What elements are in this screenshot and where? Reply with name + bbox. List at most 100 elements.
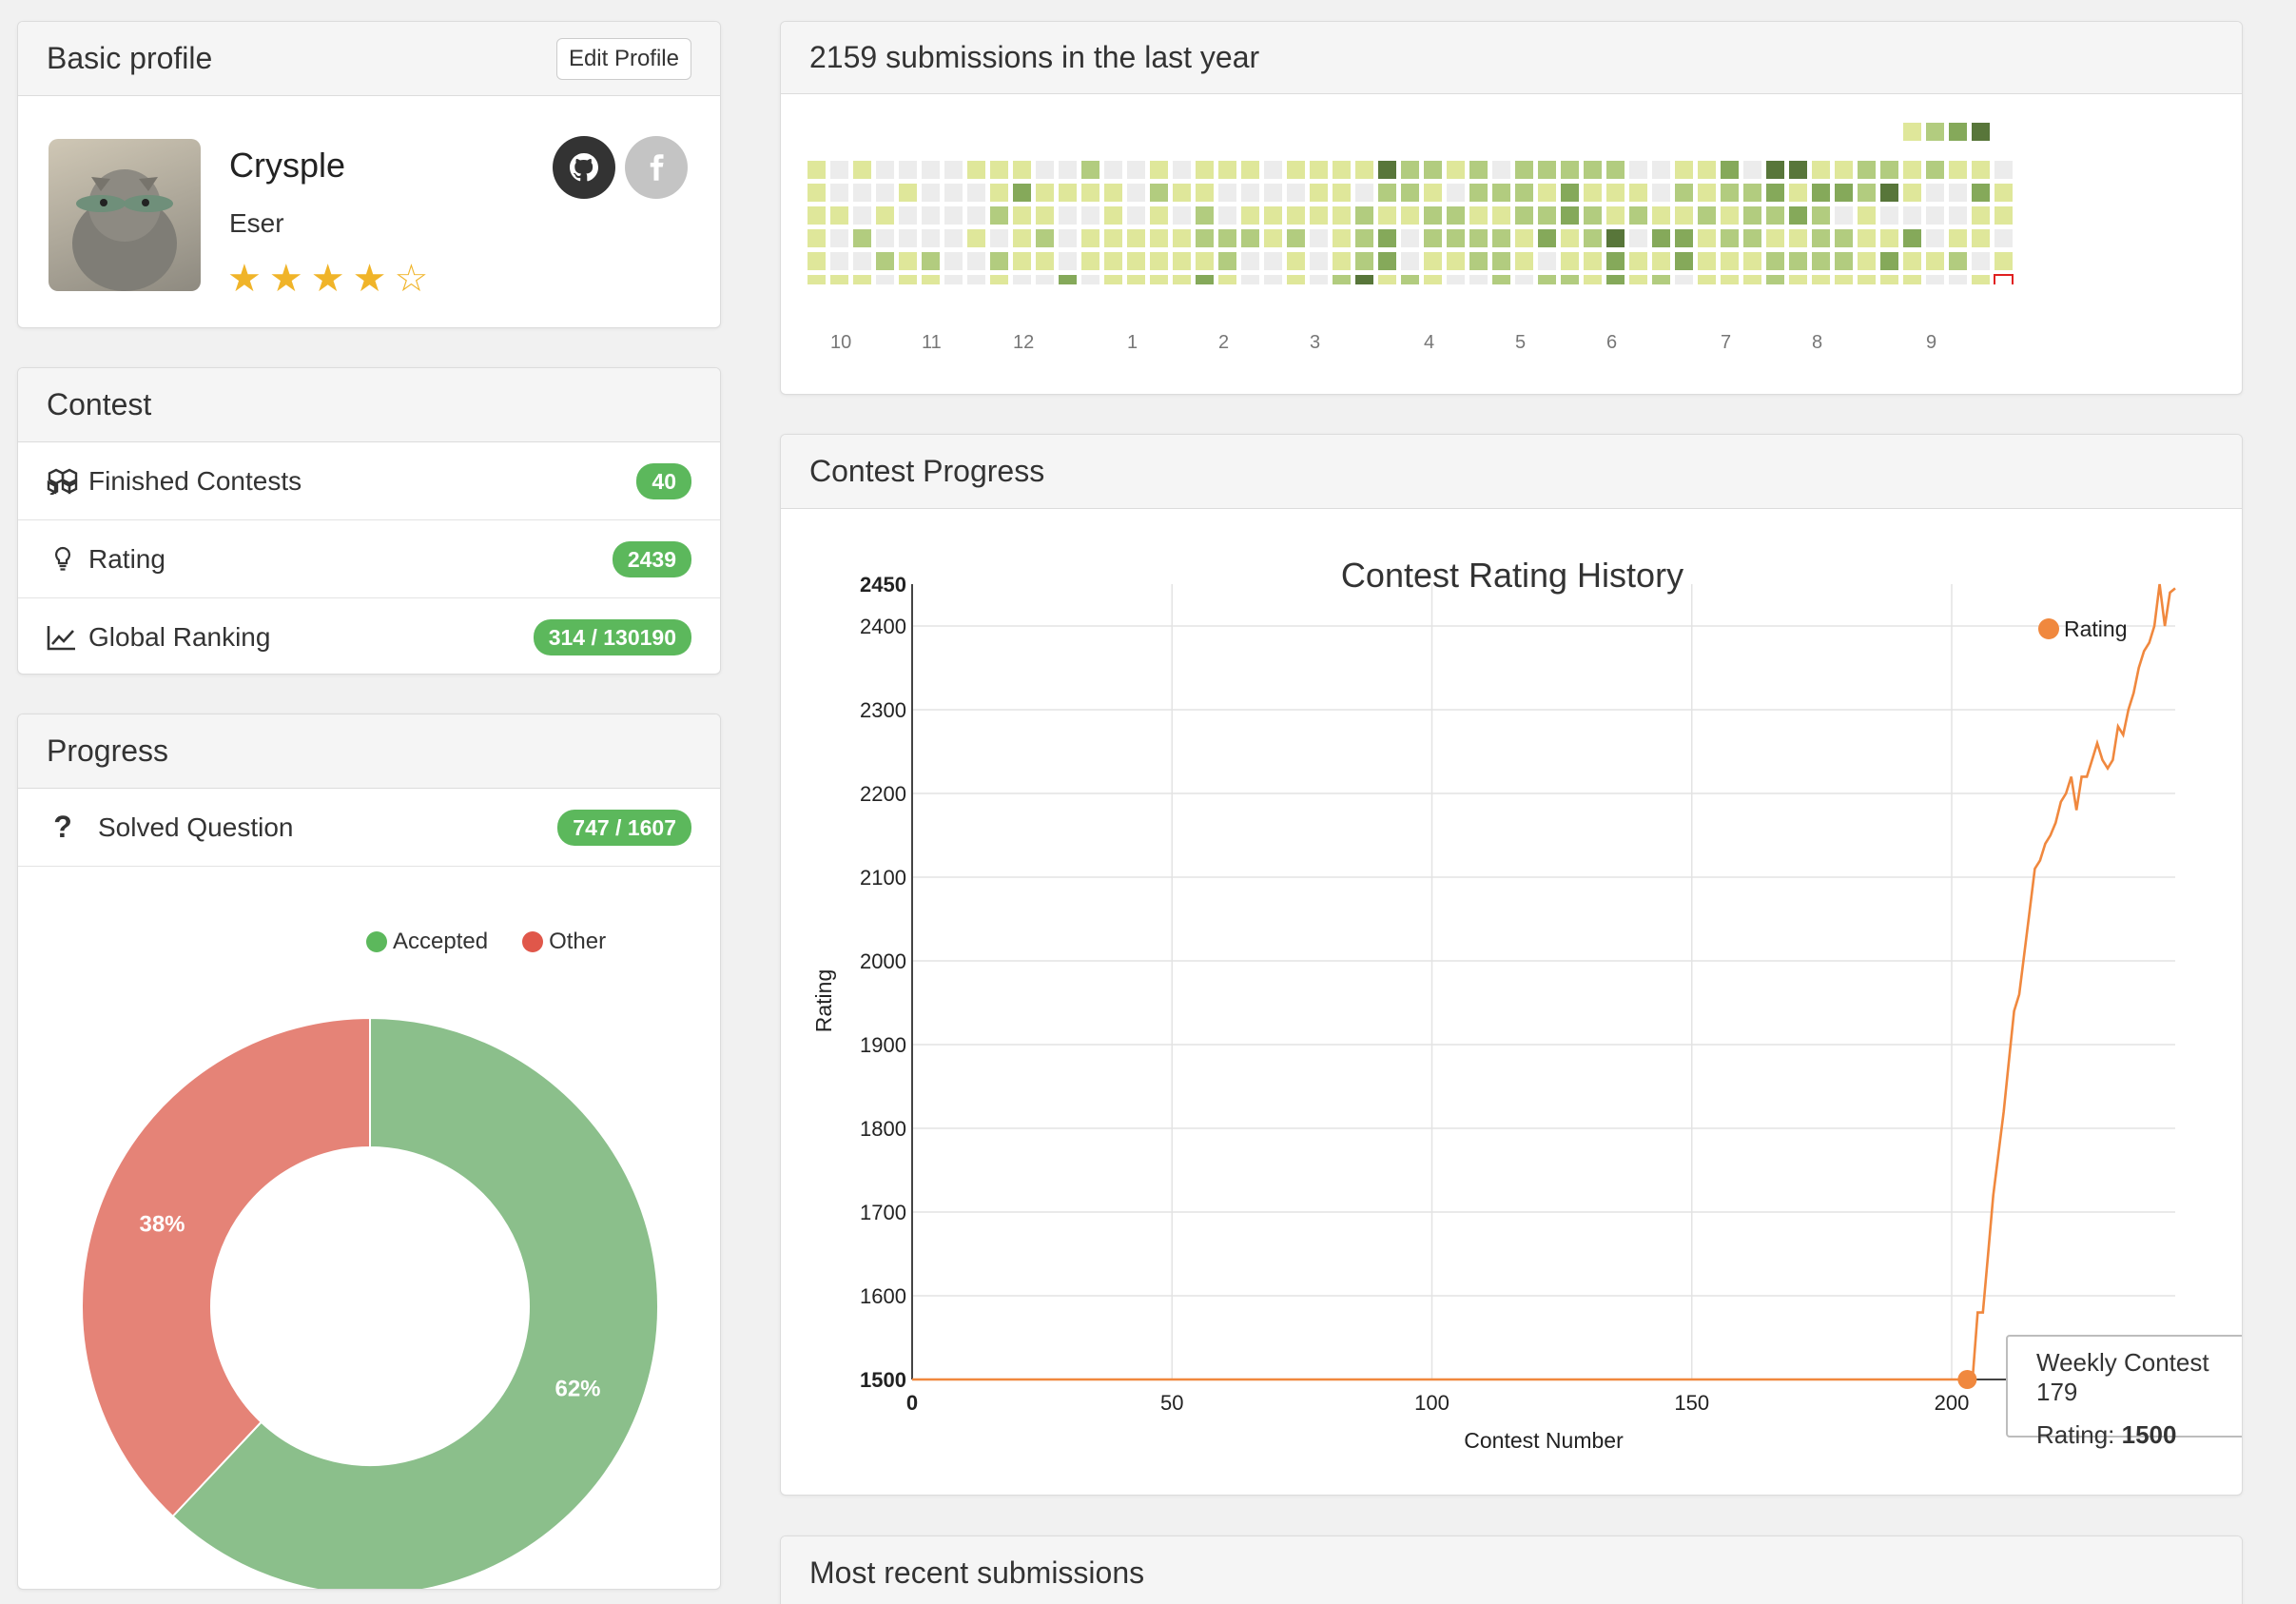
heatmap-day-cell[interactable] [922, 275, 940, 284]
heatmap-day-cell[interactable] [967, 275, 985, 284]
heatmap-day-cell[interactable] [1561, 252, 1579, 270]
heatmap-day-cell[interactable] [1972, 161, 1990, 179]
heatmap-day-cell[interactable] [1561, 275, 1579, 284]
heatmap-day-cell[interactable] [1698, 206, 1716, 225]
heatmap-day-cell[interactable] [922, 229, 940, 247]
hover-point[interactable] [1957, 1370, 1977, 1389]
heatmap-day-cell[interactable] [1675, 206, 1693, 225]
heatmap-day-cell[interactable] [1835, 252, 1853, 270]
heatmap-day-cell[interactable] [1469, 206, 1488, 225]
heatmap-day-cell[interactable] [1196, 229, 1214, 247]
heatmap-day-cell[interactable] [1949, 184, 1967, 202]
heatmap-day-cell[interactable] [1880, 252, 1898, 270]
heatmap-day-cell[interactable] [1036, 275, 1054, 284]
heatmap-day-cell[interactable] [1264, 252, 1282, 270]
heatmap-day-cell[interactable] [967, 229, 985, 247]
heatmap-day-cell[interactable] [830, 252, 848, 270]
heatmap-day-cell[interactable] [944, 184, 963, 202]
heatmap-day-cell[interactable] [1766, 161, 1784, 179]
heatmap-day-cell[interactable] [1378, 161, 1396, 179]
heatmap-day-cell[interactable] [1994, 161, 2013, 179]
heatmap-day-cell[interactable] [1355, 184, 1373, 202]
heatmap-day-cell[interactable] [1949, 206, 1967, 225]
heatmap-day-cell[interactable] [944, 161, 963, 179]
heatmap-day-cell[interactable] [1606, 275, 1625, 284]
heatmap-day-cell[interactable] [1013, 184, 1031, 202]
heatmap-day-cell[interactable] [1652, 252, 1670, 270]
heatmap-day-cell[interactable] [853, 184, 871, 202]
heatmap-day-cell[interactable] [1333, 206, 1351, 225]
heatmap-day-cell[interactable] [1218, 184, 1236, 202]
heatmap-day-cell[interactable] [1059, 229, 1077, 247]
heatmap-day-cell[interactable] [1059, 275, 1077, 284]
heatmap-day-cell[interactable] [1059, 161, 1077, 179]
heatmap-day-cell[interactable] [1629, 252, 1647, 270]
heatmap-day-cell[interactable] [1310, 275, 1328, 284]
heatmap-day-cell[interactable] [1880, 184, 1898, 202]
heatmap-day-cell[interactable] [1606, 252, 1625, 270]
heatmap-day-cell[interactable] [1584, 229, 1602, 247]
heatmap-day-cell[interactable] [1424, 161, 1442, 179]
heatmap-day-cell[interactable] [1355, 206, 1373, 225]
heatmap-day-cell[interactable] [1059, 184, 1077, 202]
heatmap-day-cell[interactable] [1561, 184, 1579, 202]
heatmap-day-cell[interactable] [1378, 206, 1396, 225]
heatmap-day-cell[interactable] [967, 161, 985, 179]
heatmap-day-cell[interactable] [1469, 161, 1488, 179]
heatmap-day-cell[interactable] [1675, 275, 1693, 284]
heatmap-day-cell[interactable] [1264, 229, 1282, 247]
heatmap-day-cell[interactable] [1241, 275, 1259, 284]
heatmap-day-cell[interactable] [1721, 275, 1739, 284]
heatmap-day-cell[interactable] [1310, 206, 1328, 225]
heatmap-day-cell[interactable] [1606, 161, 1625, 179]
heatmap-day-cell[interactable] [1858, 252, 1876, 270]
heatmap-day-cell[interactable] [1858, 206, 1876, 225]
heatmap-day-cell[interactable] [1150, 161, 1168, 179]
heatmap-day-cell[interactable] [1424, 252, 1442, 270]
heatmap-day-cell[interactable] [807, 275, 826, 284]
heatmap-day-cell[interactable] [1812, 161, 1830, 179]
heatmap-day-cell[interactable] [1150, 252, 1168, 270]
heatmap-day-cell[interactable] [1903, 206, 1921, 225]
heatmap-day-cell[interactable] [1287, 161, 1305, 179]
heatmap-day-cell[interactable] [1036, 161, 1054, 179]
heatmap-day-cell[interactable] [1173, 206, 1191, 225]
heatmap-day-cell[interactable] [1515, 206, 1533, 225]
heatmap-day-cell[interactable] [1606, 229, 1625, 247]
heatmap-day-cell[interactable] [1355, 275, 1373, 284]
heatmap-day-cell[interactable] [1287, 252, 1305, 270]
heatmap-day-cell[interactable] [1036, 252, 1054, 270]
heatmap-day-cell[interactable] [1835, 229, 1853, 247]
heatmap-day-cell[interactable] [990, 229, 1008, 247]
heatmap-day-cell[interactable] [1743, 161, 1761, 179]
heatmap-day-cell[interactable] [899, 229, 917, 247]
heatmap-day-cell[interactable] [899, 252, 917, 270]
heatmap-day-cell[interactable] [1743, 229, 1761, 247]
heatmap-day-cell[interactable] [944, 229, 963, 247]
heatmap-day-cell[interactable] [1492, 275, 1510, 284]
heatmap-day-cell[interactable] [1652, 161, 1670, 179]
heatmap-day-cell[interactable] [1880, 275, 1898, 284]
heatmap-day-cell[interactable] [922, 184, 940, 202]
heatmap-day-cell[interactable] [1127, 275, 1145, 284]
heatmap-day-cell[interactable] [1789, 229, 1807, 247]
heatmap-day-cell[interactable] [1469, 229, 1488, 247]
heatmap-day-cell[interactable] [1287, 184, 1305, 202]
heatmap-day-cell[interactable] [876, 252, 894, 270]
heatmap-day-cell[interactable] [1538, 161, 1556, 179]
heatmap-day-cell[interactable] [1355, 161, 1373, 179]
heatmap-day-cell[interactable] [1812, 206, 1830, 225]
heatmap-day-cell[interactable] [1424, 206, 1442, 225]
heatmap-day-cell[interactable] [1858, 229, 1876, 247]
heatmap-day-cell[interactable] [1675, 161, 1693, 179]
heatmap-day-cell[interactable] [876, 184, 894, 202]
heatmap-day-cell[interactable] [1378, 275, 1396, 284]
heatmap-day-cell[interactable] [1812, 275, 1830, 284]
heatmap-day-cell[interactable] [1766, 206, 1784, 225]
heatmap-day-cell[interactable] [1584, 161, 1602, 179]
heatmap-day-cell[interactable] [830, 184, 848, 202]
heatmap-day-cell[interactable] [1789, 206, 1807, 225]
heatmap-day-cell[interactable] [1424, 275, 1442, 284]
heatmap-day-cell[interactable] [1926, 229, 1944, 247]
heatmap-day-cell[interactable] [1378, 252, 1396, 270]
